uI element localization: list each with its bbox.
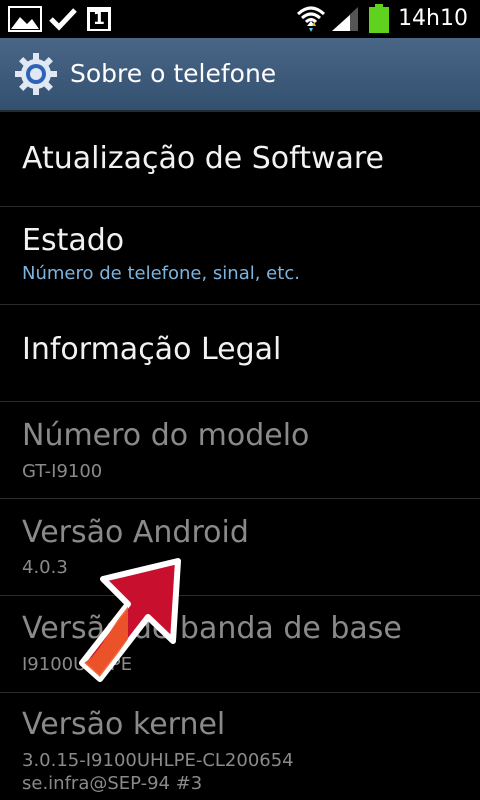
setting-title: Atualização de Software bbox=[22, 141, 385, 176]
wifi-icon bbox=[296, 4, 326, 38]
settings-list: Atualização de Software Estado Número de… bbox=[0, 112, 480, 800]
screen: 1 14h10 Sobre o telefone Atualização de … bbox=[0, 0, 480, 800]
setting-subtitle: Número de telefone, sinal, etc. bbox=[22, 263, 300, 284]
setting-model-number: Número do modelo GT-I9100 bbox=[0, 402, 480, 499]
action-bar: Sobre o telefone bbox=[0, 38, 480, 112]
gear-icon bbox=[14, 52, 58, 96]
setting-title: Informação Legal bbox=[22, 332, 282, 367]
setting-legal-info[interactable]: Informação Legal bbox=[0, 305, 480, 402]
setting-android-version: Versão Android 4.0.3 bbox=[0, 499, 480, 596]
signal-icon bbox=[330, 6, 360, 36]
setting-title: Estado bbox=[22, 223, 125, 258]
setting-title: Versão kernel bbox=[22, 707, 226, 742]
setting-status[interactable]: Estado Número de telefone, sinal, etc. bbox=[0, 207, 480, 305]
setting-software-update[interactable]: Atualização de Software bbox=[0, 112, 480, 207]
setting-baseband-version: Versão de banda de base I9100UHLPE bbox=[0, 596, 480, 693]
setting-subtitle: 4.0.3 bbox=[22, 557, 68, 578]
setting-subtitle: I9100UHLPE bbox=[22, 654, 133, 675]
setting-subtitle: GT-I9100 bbox=[22, 461, 103, 482]
calendar-badge: 1 bbox=[93, 9, 105, 29]
image-icon bbox=[8, 6, 42, 36]
check-icon bbox=[48, 6, 78, 36]
setting-subtitle-line2: se.infra@SEP-94 #3 bbox=[22, 773, 203, 794]
setting-kernel-version: Versão kernel 3.0.15-I9100UHLPE-CL200654… bbox=[0, 693, 480, 800]
setting-title: Número do modelo bbox=[22, 418, 310, 453]
setting-title: Versão Android bbox=[22, 515, 249, 550]
page-title: Sobre o telefone bbox=[70, 59, 277, 88]
status-bar: 1 14h10 bbox=[0, 0, 480, 38]
setting-subtitle: 3.0.15-I9100UHLPE-CL200654 bbox=[22, 750, 294, 771]
battery-icon bbox=[368, 4, 390, 38]
status-clock: 14h10 bbox=[398, 6, 468, 31]
setting-title: Versão de banda de base bbox=[22, 611, 402, 646]
